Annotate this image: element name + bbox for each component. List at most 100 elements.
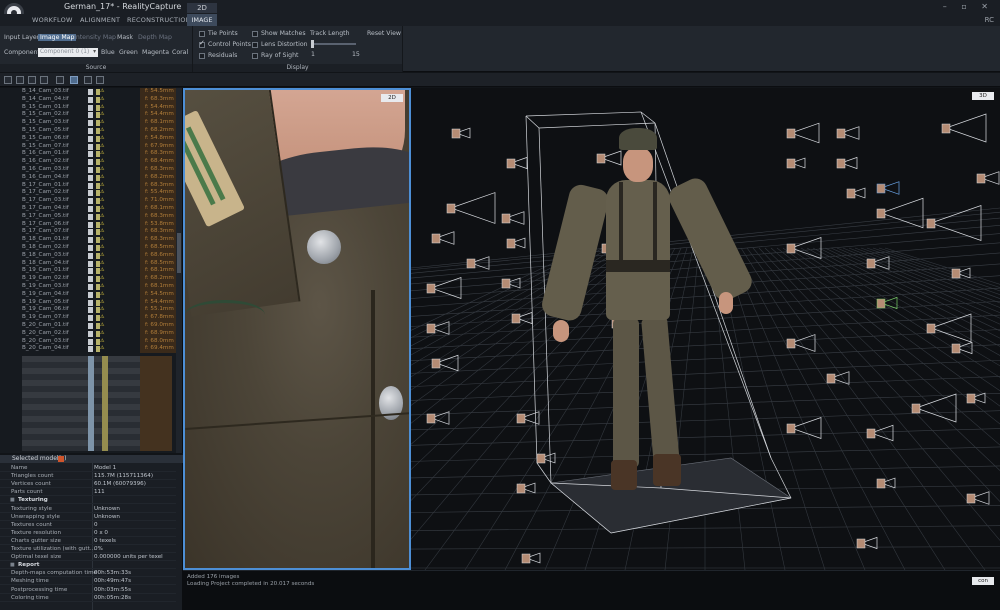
image-list-item[interactable]: B_19_Cam_06.tif ⚠ f: 55.1mm [0,306,176,315]
filter-icon[interactable] [84,76,92,84]
image-list-item[interactable]: B_15_Cam_02.tif ⚠ f: 54.4mm [0,111,176,120]
image-map-button[interactable]: Image Map [38,34,77,41]
tab-reconstruction[interactable]: RECONSTRUCTION [127,16,191,24]
image-list-item[interactable]: B_17_Cam_03.tif ⚠ f: 71.0mm [0,197,176,205]
image-list-item[interactable]: B_16_Cam_03.tif ⚠ f: 68.3mm [0,166,176,174]
image-status-icon[interactable] [88,198,93,205]
image-status-icon[interactable] [88,229,93,236]
console-badge[interactable]: con [972,577,994,585]
list-view-icon[interactable] [4,76,12,84]
image-list-item[interactable]: B_16_Cam_04.tif ⚠ f: 68.2mm [0,173,176,182]
pin-icon[interactable] [96,76,104,84]
image-status-icon[interactable] [88,245,93,251]
residuals-checkbox[interactable] [199,53,205,59]
tab-workflow[interactable]: WORKFLOW [32,16,73,24]
image-status-icon[interactable] [88,96,93,103]
color-magenta-button[interactable]: Magenta [142,49,169,56]
image-status-icon[interactable] [88,190,93,197]
color-green-button[interactable]: Green [119,49,138,56]
intensity-map-button[interactable]: Intensity Map [74,34,116,41]
image-list-item[interactable]: B_20_Cam_02.tif ⚠ f: 68.9mm [0,329,176,338]
image-status-icon[interactable] [88,135,93,142]
image-list-item[interactable]: B_15_Cam_06.tif ⚠ f: 54.8mm [0,134,176,143]
depth-map-button[interactable]: Depth Map [138,34,172,41]
image-list-item[interactable]: B_20_Cam_01.tif ⚠ f: 69.0mm [0,322,176,330]
view-3d-badge[interactable]: 3D [972,92,994,100]
image-list-item[interactable]: B_19_Cam_07.tif ⚠ f: 67.8mm [0,314,176,322]
details-view-icon[interactable] [28,76,36,84]
image-status-icon[interactable] [88,221,93,228]
image-list-item[interactable]: B_17_Cam_06.tif ⚠ f: 53.8mm [0,220,176,229]
image-status-icon[interactable] [88,268,93,275]
image-status-icon[interactable] [88,299,93,306]
image-status-icon[interactable] [88,182,93,189]
image-list-item[interactable]: B_16_Cam_02.tif ⚠ f: 68.4mm [0,158,176,166]
image-status-icon[interactable] [88,174,93,181]
color-blue-button[interactable]: Blue [101,49,115,56]
image-list-scrollbar[interactable] [176,88,182,453]
panel-close-icon[interactable] [58,456,64,462]
grid-view-icon[interactable] [16,76,24,84]
track-length-slider-handle[interactable] [311,40,314,48]
image-list-item[interactable]: B_19_Cam_03.tif ⚠ f: 68.1mm [0,283,176,291]
reset-view-button[interactable]: Reset View [367,30,401,37]
image-list-item[interactable]: B_17_Cam_02.tif ⚠ f: 55.4mm [0,189,176,198]
color-coral-button[interactable]: Coral [172,49,188,56]
image-list-item[interactable]: B_18_Cam_02.tif ⚠ f: 68.5mm [0,244,176,252]
window-controls[interactable]: – ▫ ✕ [943,2,994,11]
image-status-icon[interactable] [88,252,93,259]
image-status-icon[interactable] [88,151,93,158]
mask-button[interactable]: Mask [117,34,133,41]
image-list-item[interactable]: B_20_Cam_04.tif ⚠ f: 69.4mm [0,345,176,354]
image-list-item[interactable]: B_15_Cam_03.tif ⚠ f: 68.1mm [0,119,176,127]
tie-points-checkbox[interactable] [199,31,205,37]
track-length-slider[interactable] [311,43,356,45]
sort-icon[interactable] [56,76,64,84]
image-list-item[interactable]: B_17_Cam_05.tif ⚠ f: 68.3mm [0,212,176,221]
image-status-icon[interactable] [88,330,93,337]
image-status-icon[interactable] [88,213,93,220]
image-status-icon[interactable] [88,315,93,322]
image-view-icon[interactable] [70,76,78,84]
ray-of-sight-checkbox[interactable] [252,53,258,59]
props-section[interactable]: Texturing [0,496,176,505]
image-list-item[interactable]: B_19_Cam_04.tif ⚠ f: 54.5mm [0,290,176,299]
image-status-icon[interactable] [88,89,93,95]
image-list-item[interactable]: B_15_Cam_01.tif ⚠ f: 54.4mm [0,103,176,112]
image-list-item[interactable]: B_16_Cam_01.tif ⚠ f: 68.3mm [0,150,176,159]
image-list-item[interactable]: B_15_Cam_07.tif ⚠ f: 67.9mm [0,142,176,151]
image-list-item[interactable]: B_15_Cam_05.tif ⚠ f: 68.2mm [0,127,176,135]
image-status-icon[interactable] [88,338,93,345]
image-status-icon[interactable] [88,120,93,127]
image-list-item[interactable]: B_19_Cam_01.tif ⚠ f: 68.1mm [0,267,176,276]
image-list-item[interactable]: B_14_Cam_03.tif ⚠ f: 54.5mm [0,88,176,96]
image-status-icon[interactable] [88,206,93,212]
image-status-icon[interactable] [88,112,93,119]
props-section[interactable]: Report [0,561,176,569]
rc-account-label[interactable]: RC [985,16,994,24]
image-status-icon[interactable] [88,276,93,283]
image-list-item[interactable]: B_17_Cam_04.tif ⚠ f: 68.1mm [0,205,176,213]
image-list-item[interactable]: B_18_Cam_03.tif ⚠ f: 68.6mm [0,251,176,260]
image-list-item[interactable]: B_18_Cam_04.tif ⚠ f: 68.5mm [0,259,176,268]
view-2d[interactable]: 2D [183,88,411,570]
thumbnail-view-icon[interactable] [40,76,48,84]
image-list-item[interactable]: B_19_Cam_05.tif ⚠ f: 54.4mm [0,298,176,307]
component-select[interactable]: Component 0 (1) [38,48,98,57]
show-matches-checkbox[interactable] [252,31,258,37]
view-3d[interactable]: 3D [411,88,1000,570]
image-list-item[interactable]: B_18_Cam_01.tif ⚠ f: 68.3mm [0,236,176,244]
image-status-icon[interactable] [88,284,93,290]
image-status-icon[interactable] [88,128,93,134]
tab-alignment[interactable]: ALIGNMENT [80,16,120,24]
image-status-icon[interactable] [88,291,93,298]
image-status-icon[interactable] [88,143,93,150]
image-list-item[interactable]: B_17_Cam_01.tif ⚠ f: 68.3mm [0,181,176,190]
image-status-icon[interactable] [88,167,93,173]
tab-image[interactable]: IMAGE [187,14,217,26]
image-list-item[interactable]: B_20_Cam_03.tif ⚠ f: 68.0mm [0,337,176,346]
image-status-icon[interactable] [88,159,93,166]
control-points-checkbox[interactable] [199,39,205,48]
view-2d-badge[interactable]: 2D [381,94,403,102]
image-status-icon[interactable] [88,323,93,329]
